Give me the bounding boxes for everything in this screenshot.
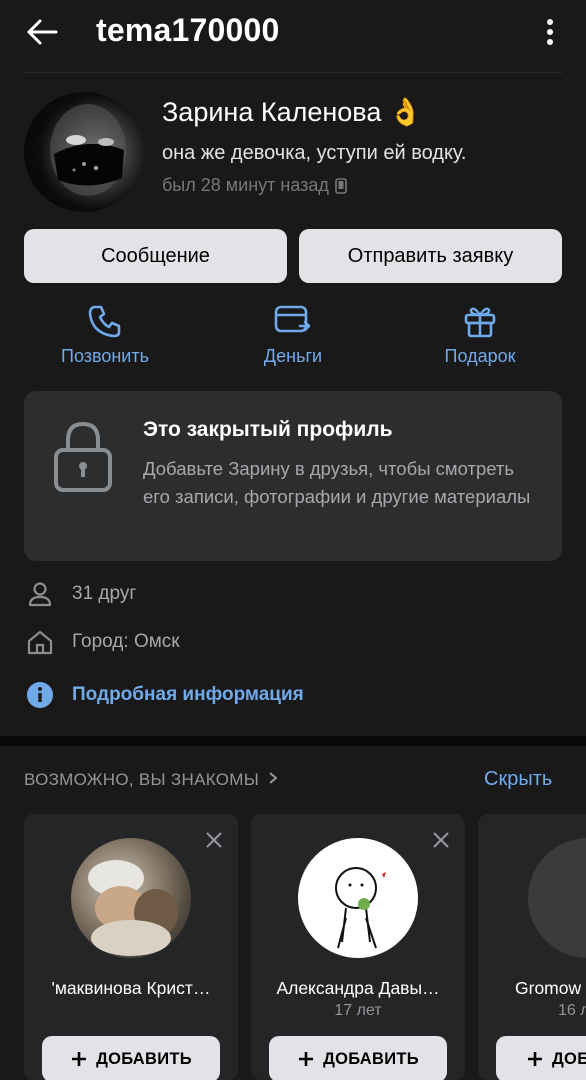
money-transfer-icon: [213, 300, 373, 342]
close-icon[interactable]: [433, 832, 449, 848]
home-icon: [24, 629, 56, 655]
profile-name-text: Зарина Каленова: [162, 97, 382, 127]
profile-avatar[interactable]: [24, 92, 144, 212]
add-friend-button[interactable]: ДОБАВИТЬ: [496, 1036, 586, 1080]
send-request-button[interactable]: Отправить заявку: [299, 229, 562, 283]
city-text: Город: Омск: [72, 631, 180, 652]
last-seen-text: был 28 минут назад: [162, 175, 329, 195]
suggestion-card[interactable]: Александра Давы… 17 лет ДОБАВИТЬ: [251, 814, 465, 1080]
plus-icon: [528, 1052, 542, 1066]
suggestions-header[interactable]: ВОЗМОЖНО, ВЫ ЗНАКОМЫ: [24, 770, 278, 790]
gift-icon: [400, 300, 560, 342]
profile-status: она же девочка, уступи ей водку.: [162, 142, 467, 164]
suggestion-name: Александра Давы…: [276, 978, 440, 998]
details-link[interactable]: Подробная информация: [24, 677, 304, 713]
suggestion-avatar[interactable]: [528, 838, 586, 958]
header-divider: [24, 72, 562, 73]
more-vertical-icon[interactable]: [534, 14, 566, 50]
money-label: Деньги: [263, 346, 323, 366]
details-text: Подробная информация: [72, 684, 304, 705]
back-arrow-icon[interactable]: [24, 14, 60, 50]
gift-label: Подарок: [444, 346, 516, 366]
suggestion-age: 17 лет: [334, 1002, 382, 1019]
suggestion-age: 16 л: [558, 1002, 586, 1019]
top-bar: tema170000: [0, 0, 586, 70]
profile-name: Зарина Каленова 👌: [162, 96, 423, 128]
close-icon[interactable]: [206, 832, 222, 848]
mobile-phone-icon: [335, 177, 347, 194]
add-label: ДОБАВИТЬ: [323, 1049, 419, 1068]
friends-count: 31 друг: [72, 583, 137, 604]
city-row: Город: Омск: [24, 624, 180, 660]
closed-profile-title: Это закрытый профиль: [143, 418, 393, 441]
page-title: tema170000: [96, 12, 280, 48]
lock-icon: [52, 418, 114, 494]
phone-icon: [25, 300, 185, 342]
hide-suggestions-link[interactable]: Скрыть: [484, 768, 552, 791]
add-friend-button[interactable]: ДОБАВИТЬ: [42, 1036, 220, 1080]
add-label: ДОБАВИТЬ: [552, 1049, 586, 1068]
plus-icon: [72, 1052, 87, 1066]
call-label: Позвонить: [61, 346, 149, 366]
suggestion-name: 'маквинова Крист…: [51, 978, 211, 998]
user-icon: [24, 581, 56, 607]
gift-action[interactable]: Подарок: [400, 300, 560, 367]
add-friend-button[interactable]: ДОБАВИТЬ: [269, 1036, 447, 1080]
money-action[interactable]: Деньги: [213, 300, 373, 367]
suggestions-header-text: ВОЗМОЖНО, ВЫ ЗНАКОМЫ: [24, 770, 260, 789]
suggestion-card[interactable]: Gromow 16 л ДОБАВИТЬ: [478, 814, 586, 1080]
call-action[interactable]: Позвонить: [25, 300, 185, 367]
ok-hand-emoji: 👌: [388, 97, 423, 127]
suggestion-avatar[interactable]: [71, 838, 191, 958]
add-label: ДОБАВИТЬ: [96, 1049, 192, 1068]
plus-icon: [299, 1052, 314, 1066]
last-seen: был 28 минут назад: [162, 175, 347, 196]
suggestion-avatar[interactable]: [298, 838, 418, 958]
info-icon: [24, 681, 56, 709]
friends-row[interactable]: 31 друг: [24, 576, 136, 612]
message-button[interactable]: Сообщение: [24, 229, 287, 283]
suggestion-card[interactable]: 'маквинова Крист… ДОБАВИТЬ: [24, 814, 238, 1080]
chevron-right-icon: [269, 772, 278, 784]
closed-profile-description: Добавьте Зарину в друзья, чтобы смотреть…: [143, 458, 531, 507]
suggestion-name: Gromow: [515, 978, 582, 998]
section-separator: [0, 736, 586, 746]
